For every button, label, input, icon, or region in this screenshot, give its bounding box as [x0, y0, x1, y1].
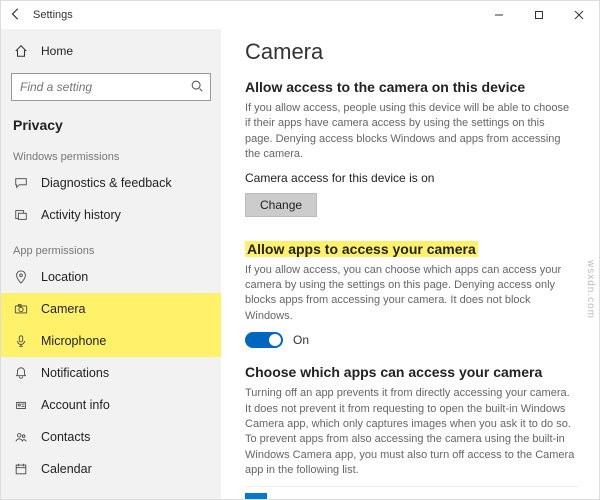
camera-icon	[13, 302, 29, 316]
section1-body: If you allow access, people using this d…	[245, 101, 575, 163]
back-icon[interactable]	[9, 7, 23, 24]
watermark: wsxdn.com	[585, 260, 596, 319]
microphone-icon	[13, 334, 29, 348]
sidebar-item-label: Activity history	[41, 208, 121, 222]
app-name: 3D Viewer	[277, 497, 332, 499]
search-icon	[190, 79, 204, 96]
sidebar-item-activity[interactable]: Activity history	[1, 199, 221, 231]
app-row-3dviewer[interactable]: 3D Viewer	[245, 486, 579, 499]
minimize-button[interactable]	[479, 1, 519, 29]
sidebar-item-label: Account info	[41, 398, 110, 412]
section-title: Privacy	[1, 107, 221, 137]
sidebar-item-calendar[interactable]: Calendar	[1, 453, 221, 485]
allow-apps-toggle[interactable]	[245, 332, 283, 348]
location-icon	[13, 270, 29, 284]
sidebar-item-label: Notifications	[41, 366, 109, 380]
home-icon	[13, 44, 29, 58]
section2-heading: Allow apps to access your camera	[245, 241, 579, 257]
bell-icon	[13, 366, 29, 380]
sidebar-item-diagnostics[interactable]: Diagnostics & feedback	[1, 167, 221, 199]
sidebar-item-label: Contacts	[41, 430, 90, 444]
sidebar-item-microphone[interactable]: Microphone	[1, 325, 221, 357]
change-button[interactable]: Change	[245, 193, 317, 217]
camera-access-status: Camera access for this device is on	[245, 171, 579, 185]
sidebar: Home Privacy Windows permissions Diagnos…	[1, 29, 221, 499]
sidebar-item-contacts[interactable]: Contacts	[1, 421, 221, 453]
sidebar-item-camera[interactable]: Camera	[1, 293, 221, 325]
section3-body: Turning off an app prevents it from dire…	[245, 386, 575, 478]
account-icon	[13, 398, 29, 412]
window-title: Settings	[33, 9, 73, 21]
app-icon	[245, 493, 267, 499]
section2-body: If you allow access, you can choose whic…	[245, 263, 575, 325]
maximize-button[interactable]	[519, 1, 559, 29]
search-box[interactable]	[11, 73, 211, 101]
page-title: Camera	[245, 39, 579, 65]
group-app-permissions: App permissions	[1, 231, 221, 261]
close-button[interactable]	[559, 1, 599, 29]
content-pane[interactable]: Camera Allow access to the camera on thi…	[221, 29, 599, 499]
section1-heading: Allow access to the camera on this devic…	[245, 79, 579, 95]
sidebar-item-location[interactable]: Location	[1, 261, 221, 293]
contacts-icon	[13, 430, 29, 444]
sidebar-item-account[interactable]: Account info	[1, 389, 221, 421]
search-input[interactable]	[12, 74, 210, 100]
feedback-icon	[13, 176, 29, 190]
section3-heading: Choose which apps can access your camera	[245, 364, 579, 380]
home-label: Home	[41, 44, 73, 58]
sidebar-item-label: Location	[41, 270, 88, 284]
calendar-icon	[13, 462, 29, 476]
activity-icon	[13, 208, 29, 222]
home-nav[interactable]: Home	[1, 35, 221, 67]
sidebar-item-label: Diagnostics & feedback	[41, 176, 172, 190]
titlebar: Settings	[1, 1, 599, 29]
sidebar-item-notifications[interactable]: Notifications	[1, 357, 221, 389]
toggle-label: On	[293, 333, 309, 347]
sidebar-item-label: Microphone	[41, 334, 106, 348]
sidebar-item-label: Camera	[41, 302, 85, 316]
group-windows-permissions: Windows permissions	[1, 137, 221, 167]
sidebar-item-label: Calendar	[41, 462, 92, 476]
